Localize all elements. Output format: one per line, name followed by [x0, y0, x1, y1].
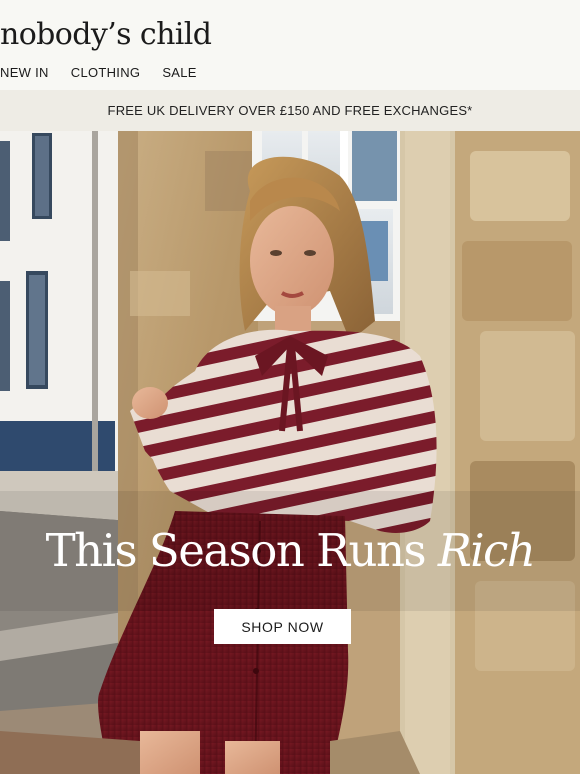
nav-item-clothing[interactable]: CLOTHING	[71, 65, 141, 80]
brand-logo[interactable]: nobody’s child	[0, 17, 212, 52]
main-nav: NEW IN CLOTHING SALE	[0, 65, 197, 80]
nav-item-sale[interactable]: SALE	[162, 65, 196, 80]
hero-headline-italic: Rich	[437, 524, 536, 577]
announcement-bar: FREE UK DELIVERY OVER £150 AND FREE EXCH…	[0, 90, 580, 131]
shop-now-button[interactable]: SHOP NOW	[214, 609, 351, 644]
announcement-text: FREE UK DELIVERY OVER £150 AND FREE EXCH…	[107, 103, 473, 118]
hero-banner: This Season Runs Rich SHOP NOW	[0, 131, 580, 774]
hero-image[interactable]	[0, 131, 580, 774]
hero-headline: This Season Runs Rich	[0, 524, 580, 577]
nav-item-new-in[interactable]: NEW IN	[0, 65, 49, 80]
hero-headline-regular: This Season Runs	[45, 524, 427, 577]
site-header: nobody’s child NEW IN CLOTHING SALE	[0, 0, 580, 90]
